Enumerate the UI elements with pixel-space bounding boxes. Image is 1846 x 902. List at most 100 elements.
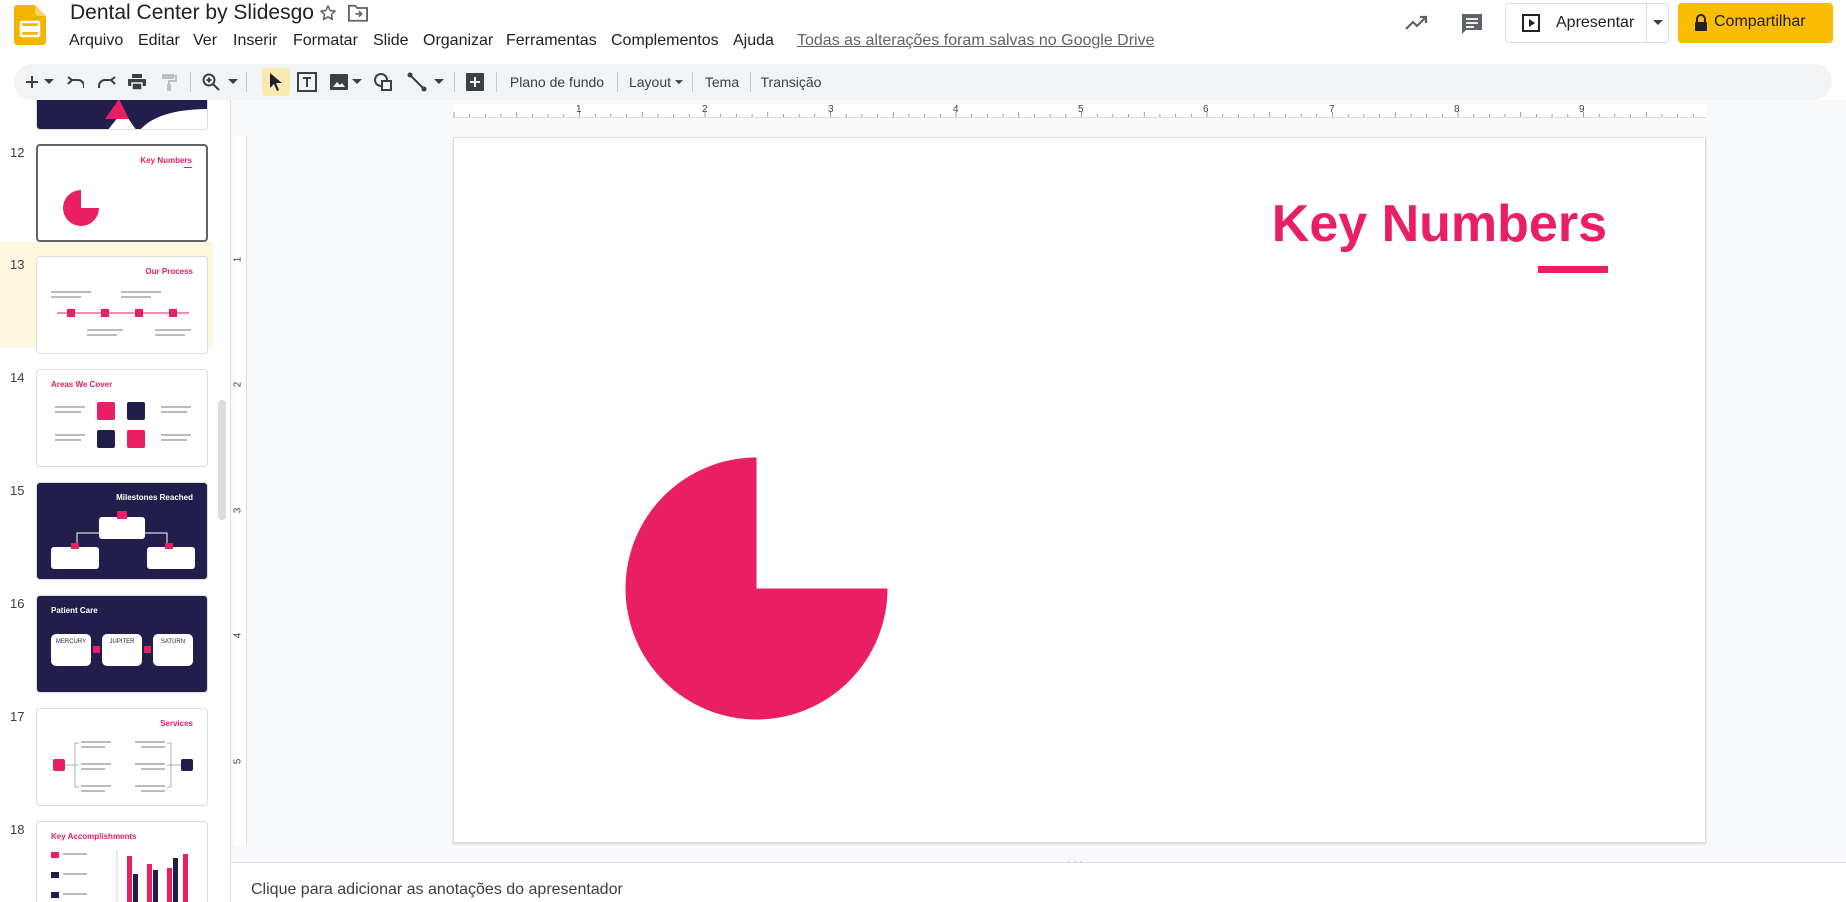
activity-dashboard-icon[interactable] (1404, 12, 1430, 36)
slides-logo-icon[interactable] (14, 5, 46, 45)
thumbnail-graphic (51, 291, 191, 336)
chevron-down-icon (675, 79, 684, 84)
menu-ver[interactable]: Ver (193, 32, 217, 50)
menu-editar[interactable]: Editar (138, 32, 180, 50)
chevron-down-icon (352, 79, 362, 84)
thumbnail-title: Key Numbers (140, 156, 192, 165)
slide-thumbnail-13[interactable]: Our Process (36, 256, 208, 354)
print-icon (128, 74, 146, 90)
menu-ferramentas[interactable]: Ferramentas (506, 32, 597, 50)
thumbnail-title: Services (160, 719, 193, 728)
pie-shape[interactable] (624, 456, 889, 721)
zoom-dropdown[interactable] (226, 68, 240, 96)
current-slide[interactable]: Key Numbers (453, 137, 1706, 843)
thumbnail-arrow (144, 646, 151, 653)
ruler-mark: 4 (953, 104, 959, 115)
slide-title[interactable]: Key Numbers (1272, 194, 1607, 254)
star-icon[interactable] (318, 3, 338, 23)
toolbar-divider (750, 72, 751, 92)
text-box-button[interactable] (294, 68, 320, 96)
present-play-icon (1522, 14, 1540, 32)
new-slide-button[interactable] (20, 68, 44, 96)
filmstrip-scrollbar[interactable] (218, 400, 226, 520)
add-comment-icon (466, 73, 484, 91)
slide-thumbnail-17[interactable]: Services (36, 708, 208, 806)
transition-button[interactable]: Transição (758, 68, 824, 96)
ruler-mark: 6 (1203, 104, 1209, 115)
slide-thumbnail-15[interactable]: Milestones Reached (36, 482, 208, 580)
add-comment-button[interactable] (462, 68, 488, 96)
menu-complementos[interactable]: Complementos (611, 32, 719, 50)
text-box-icon (297, 72, 317, 92)
line-button[interactable] (404, 68, 430, 96)
menu-arquivo[interactable]: Arquivo (69, 32, 123, 50)
toolbar-divider (496, 72, 497, 92)
chevron-down-icon (434, 79, 444, 84)
present-dropdown-icon[interactable] (1647, 4, 1669, 42)
pie-slice[interactable] (625, 457, 888, 720)
select-tool-button[interactable] (262, 68, 290, 96)
redo-button[interactable] (94, 68, 120, 96)
slide-number: 16 (10, 596, 25, 611)
slide-thumbnail-12[interactable]: Key Numbers (36, 144, 208, 242)
thumbnail-graphic (51, 850, 188, 902)
ruler-mark: 4 (232, 632, 244, 639)
undo-button[interactable] (62, 68, 88, 96)
layout-button[interactable]: Layout (626, 68, 686, 96)
cursor-arrow-icon (270, 73, 282, 91)
horizontal-ruler[interactable]: 1 2 3 4 5 6 7 8 9 (453, 104, 1706, 118)
background-button[interactable]: Plano de fundo (504, 68, 610, 96)
paint-format-icon (162, 74, 177, 91)
thumbnail-card: MERCURY (51, 634, 91, 666)
insert-image-dropdown[interactable] (350, 68, 364, 96)
speaker-notes[interactable]: Clique para adicionar as anotações do ap… (231, 862, 1846, 902)
thumbnail-graphic (55, 402, 191, 448)
new-slide-dropdown[interactable] (42, 68, 56, 96)
menu-inserir[interactable]: Inserir (233, 32, 277, 50)
slide-number: 13 (10, 257, 25, 272)
shapes-icon (374, 73, 392, 91)
ruler-mark: 9 (1579, 104, 1585, 115)
menu-ajuda[interactable]: Ajuda (733, 32, 774, 50)
thumbnail-title: Milestones Reached (116, 493, 193, 502)
thumbnail-title: Key Accomplishments (51, 832, 137, 841)
shape-button[interactable] (370, 68, 396, 96)
print-button[interactable] (124, 68, 150, 96)
present-button[interactable]: Apresentar (1506, 4, 1646, 42)
share-button[interactable]: Compartilhar (1678, 3, 1833, 43)
ruler-mark: 3 (828, 104, 834, 115)
save-status-link[interactable]: Todas as alterações foram salvas no Goog… (797, 32, 1155, 50)
menu-slide[interactable]: Slide (373, 32, 409, 50)
lock-icon (1695, 14, 1707, 31)
menu-organizar[interactable]: Organizar (423, 32, 493, 50)
line-dropdown[interactable] (432, 68, 446, 96)
toolbar-divider (692, 72, 693, 92)
thumbnail-title: Areas We Cover (51, 380, 113, 389)
title-underline[interactable] (1538, 266, 1608, 273)
zoom-button[interactable] (198, 68, 224, 96)
slide-thumbnail-11[interactable] (36, 100, 208, 130)
slide-number: 15 (10, 483, 25, 498)
move-to-folder-icon[interactable] (347, 3, 369, 23)
paint-format-button[interactable] (156, 68, 182, 96)
slide-thumbnail-18[interactable]: Key Accomplishments (36, 821, 208, 902)
chevron-down-icon (44, 79, 54, 84)
thumbnail-underline (184, 167, 192, 168)
theme-button[interactable]: Tema (700, 68, 744, 96)
plus-icon (26, 76, 38, 88)
toolbar: Plano de fundo Layout Tema Transição (14, 64, 1832, 100)
toolbar-divider (617, 72, 618, 92)
insert-image-button[interactable] (326, 68, 352, 96)
menu-formatar[interactable]: Formatar (293, 32, 358, 50)
slide-number: 17 (10, 709, 25, 724)
slide-thumbnail-16[interactable]: Patient Care MERCURY JUPITER SATURN (36, 595, 208, 693)
slide-thumbnail-14[interactable]: Areas We Cover (36, 369, 208, 467)
comments-icon[interactable] (1459, 12, 1485, 36)
thumbnail-title: Our Process (145, 267, 193, 276)
thumbnail-graphic (37, 100, 207, 129)
slide-filmstrip: 12 Key Numbers 13 Our Process 14 Areas W… (0, 100, 230, 902)
present-label: Apresentar (1556, 14, 1635, 31)
document-title[interactable]: Dental Center by Slidesgo (70, 1, 314, 25)
vertical-ruler[interactable]: 1 2 3 4 5 (232, 136, 247, 845)
notes-placeholder: Clique para adicionar as anotações do ap… (251, 881, 623, 898)
